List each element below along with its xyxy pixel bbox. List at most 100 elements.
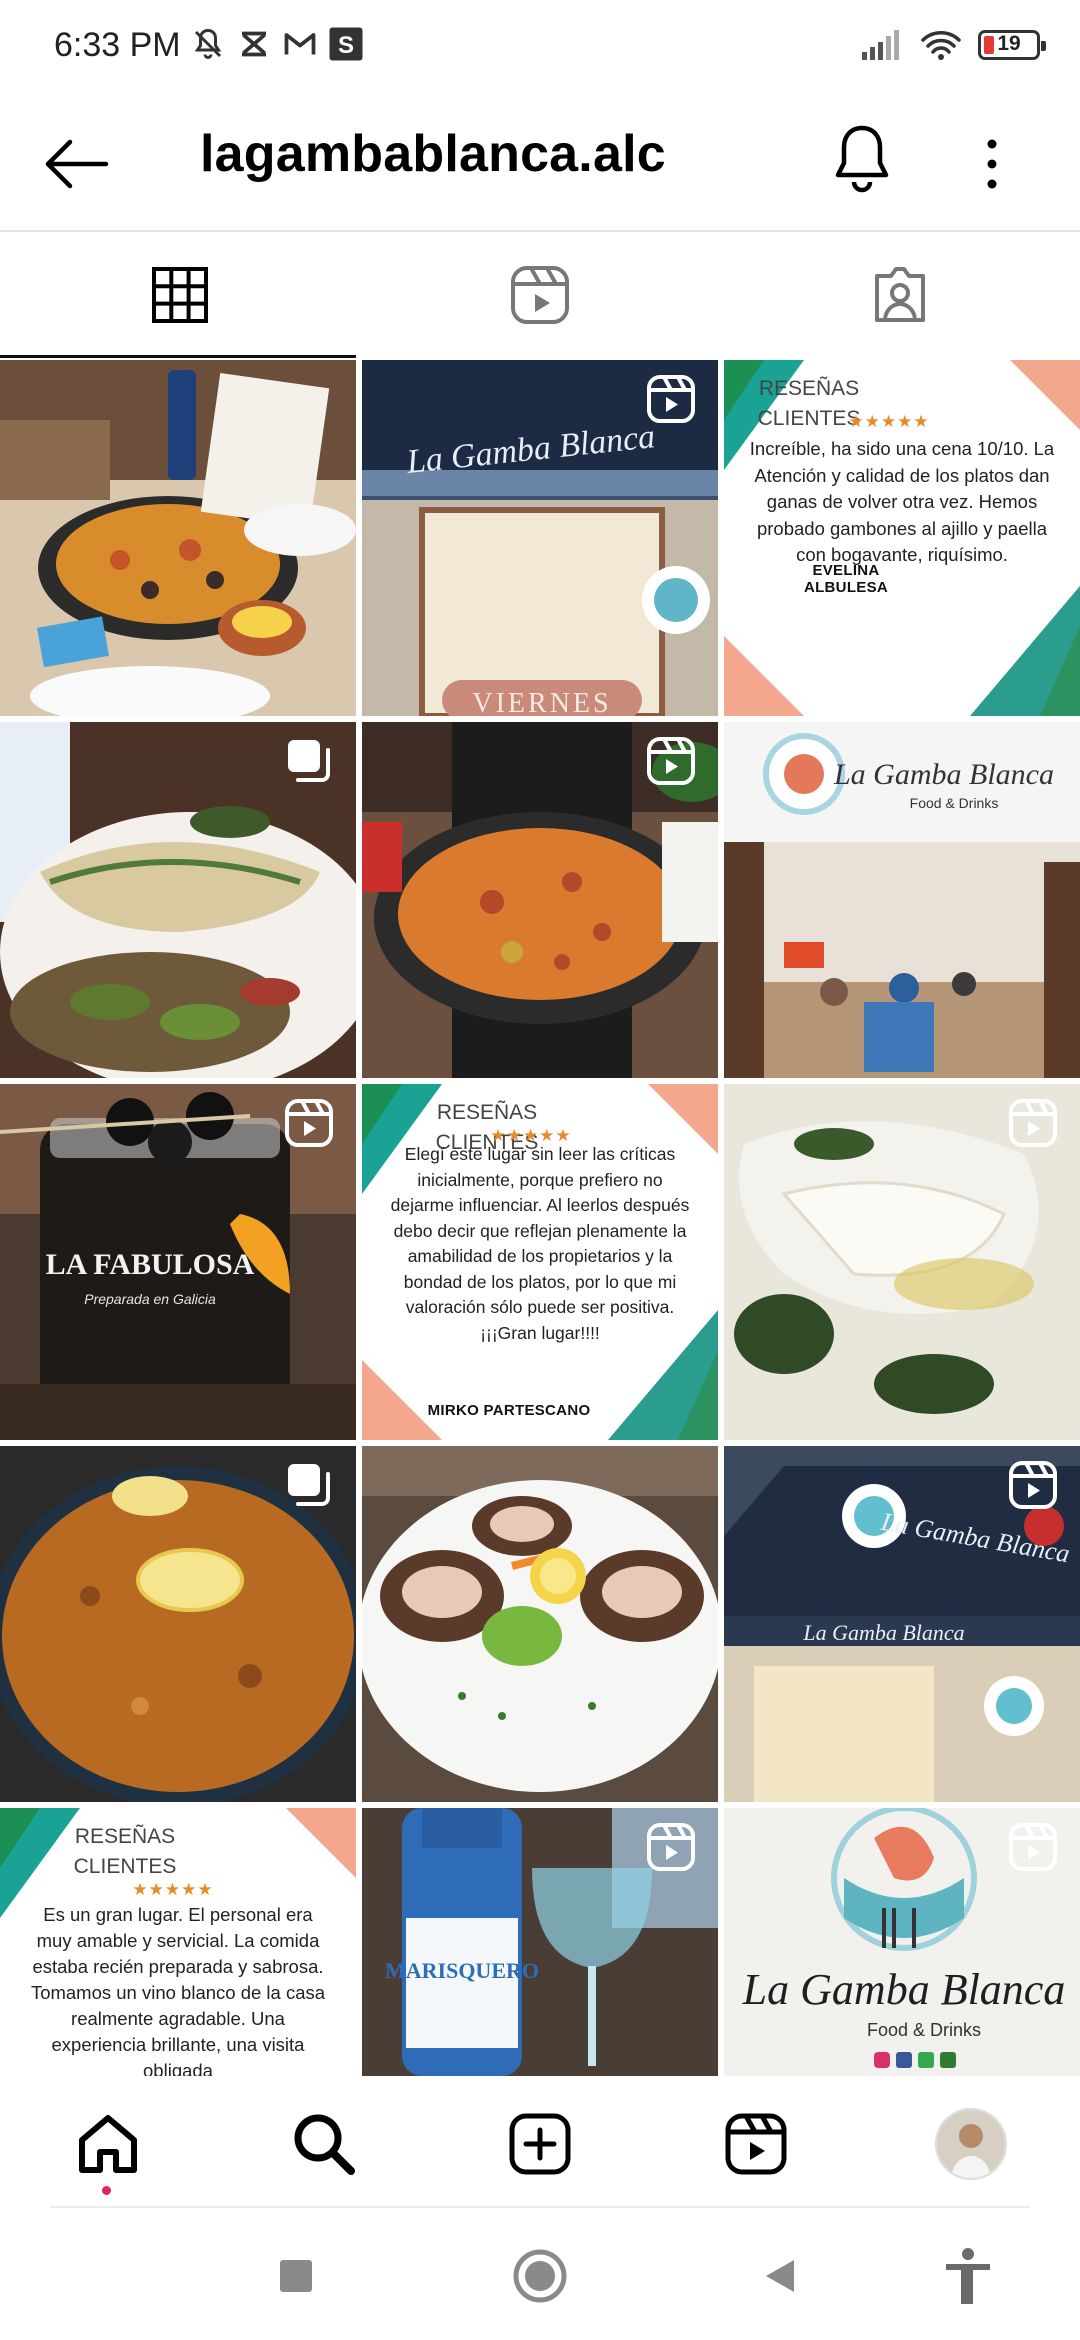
bell-icon xyxy=(835,125,889,193)
profile-username: lagambablanca.alc xyxy=(200,125,666,183)
post-squid-dish[interactable] xyxy=(724,1084,1080,1440)
post-paella-table[interactable] xyxy=(0,360,356,716)
svg-text:Preparada en Galicia: Preparada en Galicia xyxy=(84,1291,216,1307)
review-stars: ★★★★★ xyxy=(848,412,930,431)
create-icon xyxy=(509,2113,571,2175)
system-home-button[interactable] xyxy=(510,2246,570,2306)
decor-corner xyxy=(362,1084,402,1144)
back-button[interactable] xyxy=(40,128,112,200)
reels-icon xyxy=(511,266,569,324)
profile-header: lagambablanca.alc xyxy=(0,96,1080,230)
system-navigation-bar xyxy=(0,2210,1080,2340)
decor-corner xyxy=(1010,360,1080,430)
battery-indicator: 19 xyxy=(978,30,1046,60)
review-heading-line1: RESEÑAS xyxy=(758,377,860,400)
recents-icon xyxy=(280,2260,312,2292)
post-image: La Gamba Blanca Food & Drinks xyxy=(724,722,1080,1078)
reel-badge-icon xyxy=(647,375,695,423)
review-body: Elegí este lugar sin leer las críticas i… xyxy=(390,1144,690,1343)
gmail-icon xyxy=(284,33,316,55)
overlay-text: VIERNES xyxy=(472,688,611,716)
overlay-text: LA FABULOSA xyxy=(46,1248,255,1281)
post-logo[interactable]: La Gamba Blanca Food & Drinks xyxy=(724,1808,1080,2076)
accessibility-icon xyxy=(946,2248,990,2304)
nav-home[interactable] xyxy=(70,2106,146,2182)
nav-divider xyxy=(50,2206,1030,2208)
post-image xyxy=(362,1446,718,1802)
overlay-sub-text: Food & Drinks xyxy=(910,795,999,811)
post-awning-exterior[interactable]: La Gamba Blanca La Gamba Blanca xyxy=(724,1446,1080,1802)
capcut-icon xyxy=(242,31,266,57)
battery-nub xyxy=(1041,41,1046,51)
status-time: 6:33 PM xyxy=(54,26,181,64)
bottom-navigation xyxy=(0,2076,1080,2206)
arrow-left-icon xyxy=(45,139,109,189)
home-icon xyxy=(79,2115,137,2173)
more-vertical-icon xyxy=(987,139,997,189)
review-body: Es un gran lugar. El personal era muy am… xyxy=(30,1904,326,2076)
carousel-badge-icon xyxy=(288,1464,330,1506)
post-review-2[interactable]: RESEÑAS CLIENTES ★★★★★ Elegí este lugar s… xyxy=(362,1084,718,1440)
decor-corner xyxy=(1040,626,1080,716)
review-heading-line1: RESEÑAS xyxy=(74,1825,176,1848)
reel-badge-icon xyxy=(647,737,695,785)
notifications-button[interactable] xyxy=(826,120,898,200)
post-rice-lemon[interactable] xyxy=(0,1446,356,1802)
home-circle-icon xyxy=(513,2249,567,2303)
back-triangle-icon xyxy=(766,2260,794,2292)
reel-badge-icon xyxy=(647,1823,695,1871)
overlay-text: MARISQUERO xyxy=(385,1958,539,1983)
review-author: EVELINA ALBULESA xyxy=(803,562,889,596)
post-restaurant-interior[interactable]: La Gamba Blanca Food & Drinks xyxy=(724,722,1080,1078)
tab-tagged[interactable] xyxy=(720,232,1080,358)
review-stars: ★★★★★ xyxy=(132,1880,214,1899)
tagged-icon xyxy=(875,267,925,322)
overlay-sub-text: Food & Drinks xyxy=(867,2020,981,2040)
post-review-1[interactable]: RESEÑAS CLIENTES ★★★★★ Increíble, ha sido… xyxy=(724,360,1080,716)
signal-icon xyxy=(862,30,899,60)
post-image xyxy=(0,360,356,716)
nav-search[interactable] xyxy=(286,2106,362,2182)
home-notification-dot xyxy=(102,2186,111,2195)
decor-corner xyxy=(0,1808,40,1868)
nav-profile-avatar[interactable] xyxy=(935,2108,1007,2180)
wifi-icon xyxy=(921,31,961,60)
post-blue-wine[interactable]: MARISQUERO xyxy=(362,1808,718,2076)
post-storefront-sign[interactable]: La Gamba Blanca VIERNES xyxy=(362,360,718,716)
post-paella-held[interactable] xyxy=(362,722,718,1078)
system-accessibility-button[interactable] xyxy=(938,2246,998,2306)
avatar-icon xyxy=(937,2110,1005,2178)
post-scallops[interactable] xyxy=(362,1446,718,1802)
post-fish-plate[interactable] xyxy=(0,722,356,1078)
review-body: Increíble, ha sido una cena 10/10. La At… xyxy=(749,438,1055,565)
tab-reels[interactable] xyxy=(360,232,720,358)
reels-nav-icon xyxy=(725,2113,787,2175)
post-sangria-jar[interactable]: LA FABULOSA Preparada en Galicia xyxy=(0,1084,356,1440)
review-heading: RESEÑAS CLIENTES xyxy=(60,1822,190,1882)
review-heading-line1: RESEÑAS xyxy=(436,1101,538,1124)
nav-create[interactable] xyxy=(502,2106,578,2182)
battery-level: 19 xyxy=(997,32,1021,55)
profile-tabs xyxy=(0,232,1080,358)
tab-posts-grid[interactable] xyxy=(0,232,360,358)
status-notification-icons: S xyxy=(190,26,364,62)
status-system-icons: 19 xyxy=(860,28,1046,62)
system-back-button[interactable] xyxy=(750,2246,810,2306)
reel-badge-icon xyxy=(1009,1823,1057,1871)
search-icon xyxy=(294,2114,355,2175)
nav-reels[interactable] xyxy=(718,2106,794,2182)
decor-corner xyxy=(286,1808,356,1878)
post-review-3[interactable]: RESEÑAS CLIENTES ★★★★★ Es un gran lugar. … xyxy=(0,1808,356,2076)
reel-badge-icon xyxy=(285,1099,333,1147)
system-recents-button[interactable] xyxy=(266,2246,326,2306)
more-options-button[interactable] xyxy=(968,124,1016,204)
s-app-icon: S xyxy=(329,27,363,61)
decor-corner xyxy=(724,636,804,716)
decor-corner xyxy=(678,1350,718,1440)
review-heading-line2: CLIENTES xyxy=(73,1855,177,1878)
svg-text:La Gamba Blanca: La Gamba Blanca xyxy=(802,1620,964,1645)
review-author: MIRKO PARTESCANO xyxy=(427,1402,591,1419)
reel-badge-icon xyxy=(1009,1099,1057,1147)
muted-bell-icon xyxy=(194,28,222,59)
svg-text:S: S xyxy=(338,32,354,59)
